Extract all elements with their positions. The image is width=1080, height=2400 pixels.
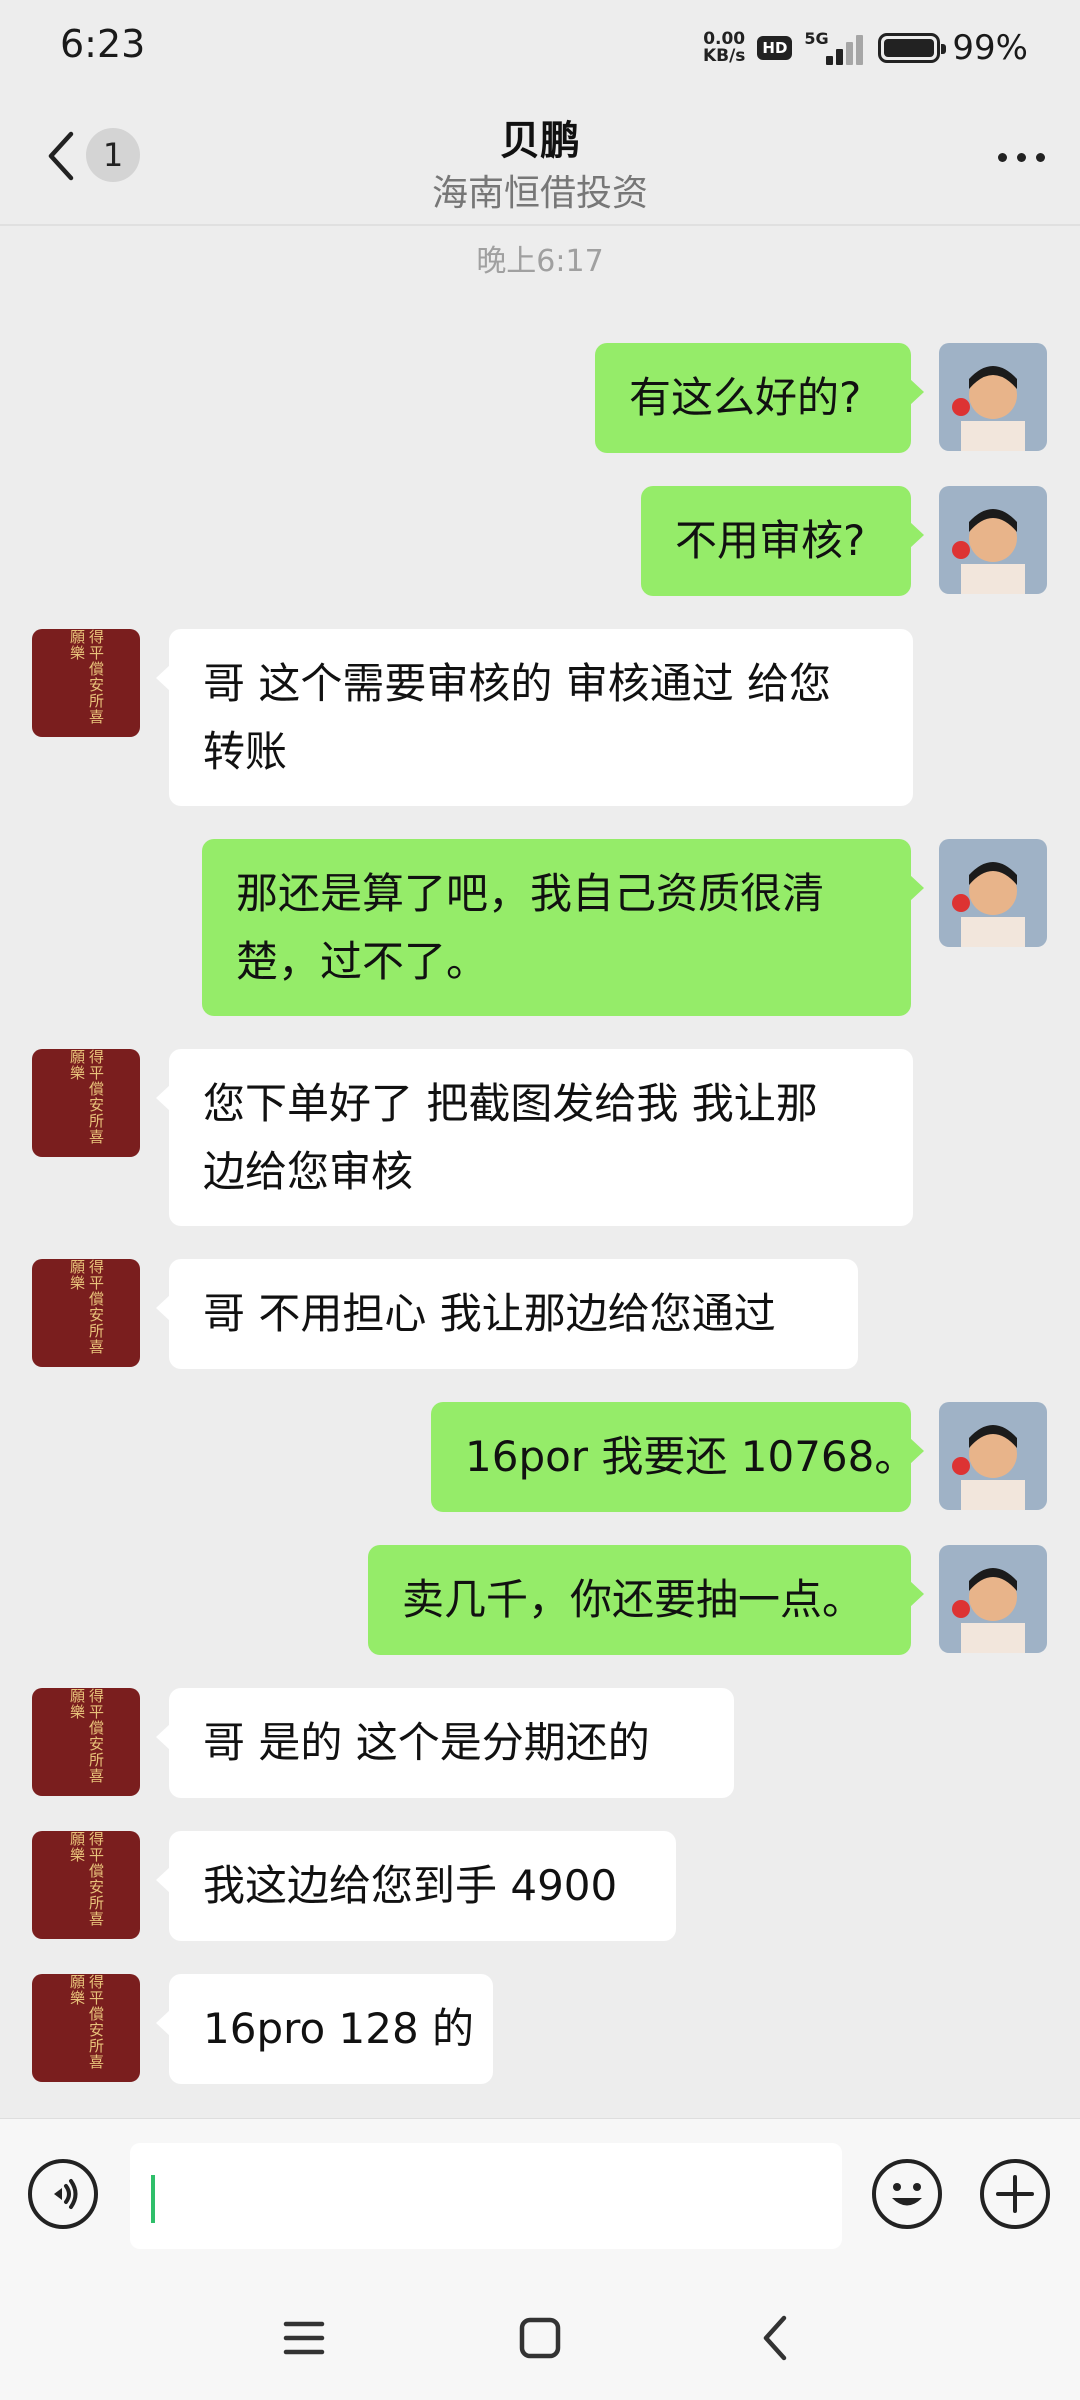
message-text: 您下单好了 把截图发给我 我让那	[203, 1079, 818, 1128]
avatar-face-icon	[952, 509, 1025, 594]
chat-subtitle: 海南恒借投资	[431, 173, 648, 214]
more-options-button[interactable]	[986, 132, 1056, 182]
message-bubble-incoming[interactable]: 哥 是的 这个是分期还的	[156, 1688, 734, 1798]
avatar-seal-text: 得平償安所喜願樂	[68, 1049, 105, 1145]
more-dots-icon	[997, 152, 1007, 162]
message-bubble-incoming[interactable]: 哥 不用担心 我让那边给您通过	[156, 1259, 858, 1369]
voice-input-button[interactable]	[28, 2159, 98, 2229]
message-text: 边给您审核	[203, 1147, 414, 1196]
message-text: 不用审核?	[675, 516, 866, 565]
system-navigation-bar	[0, 2278, 1080, 2400]
voice-icon	[54, 2179, 78, 2209]
avatar-seal-text: 得平償安所喜願樂	[68, 629, 105, 725]
message-text: 楚，过不了。	[236, 937, 489, 986]
avatar-seal-text: 得平償安所喜願樂	[68, 1974, 105, 2070]
contact-avatar[interactable]: 得平償安所喜願樂	[32, 1831, 140, 1939]
avatar-seal-text: 得平償安所喜願樂	[68, 1831, 105, 1927]
text-cursor	[151, 2175, 155, 2223]
avatar-seal-text: 得平償安所喜願樂	[68, 1688, 105, 1784]
network-type-label: 5G	[804, 29, 829, 48]
plus-icon	[996, 2175, 1034, 2213]
contact-avatar[interactable]: 得平償安所喜願樂	[32, 1688, 140, 1796]
message-bubble-outgoing[interactable]: 有这么好的?	[595, 343, 924, 453]
message-text: 转账	[203, 727, 288, 776]
battery-icon	[878, 33, 947, 63]
message-text: 有这么好的?	[629, 373, 862, 422]
my-avatar[interactable]	[939, 1402, 1047, 1510]
emoji-button[interactable]	[872, 2159, 942, 2229]
contact-avatar[interactable]: 得平償安所喜願樂	[32, 1974, 140, 2082]
emoji-icon	[892, 2183, 922, 2206]
message-text: 哥 这个需要审核的 审核通过 给您	[203, 659, 832, 708]
message-bubble-incoming[interactable]: 哥 这个需要审核的 审核通过 给您 转账	[156, 629, 913, 806]
chat-title: 贝鹏	[500, 118, 580, 164]
network-speed: 0.00 KB/s	[703, 31, 745, 65]
message-text: 那还是算了吧，我自己资质很清	[236, 869, 825, 918]
message-text: 卖几千，你还要抽一点。	[402, 1575, 865, 1624]
message-bubble-incoming[interactable]: 16pro 128 的	[156, 1974, 493, 2084]
signal-icon: 5G	[804, 29, 866, 67]
status-time: 6:23	[60, 22, 146, 66]
my-avatar[interactable]	[939, 839, 1047, 947]
battery-percentage: 99%	[952, 28, 1028, 68]
avatar-face-icon	[952, 1568, 1025, 1653]
message-bubble-incoming[interactable]: 我这边给您到手 4900	[156, 1831, 676, 1941]
avatar-face-icon	[952, 862, 1025, 947]
message-bubble-outgoing[interactable]: 卖几千，你还要抽一点。	[368, 1545, 924, 1655]
header-divider	[0, 224, 1080, 226]
message-text: 16pro 128 的	[203, 2004, 475, 2053]
avatar-seal-text: 得平償安所喜願樂	[68, 1259, 105, 1355]
message-bubble-outgoing[interactable]: 那还是算了吧，我自己资质很清 楚，过不了。	[202, 839, 924, 1016]
message-input[interactable]	[130, 2143, 842, 2249]
network-speed-unit: KB/s	[702, 46, 746, 66]
contact-avatar[interactable]: 得平償安所喜願樂	[32, 1049, 140, 1157]
message-timestamp: 晚上6:17	[476, 244, 604, 279]
message-text: 哥 是的 这个是分期还的	[203, 1718, 650, 1767]
recent-apps-button[interactable]	[274, 2308, 334, 2368]
system-back-button[interactable]	[744, 2308, 804, 2368]
my-avatar[interactable]	[939, 1545, 1047, 1653]
avatar-face-icon	[952, 1425, 1025, 1510]
my-avatar[interactable]	[939, 343, 1047, 451]
nav-back-icon	[763, 2315, 787, 2361]
message-text: 16por 我要还 10768。	[465, 1432, 917, 1481]
menu-icon	[283, 2321, 325, 2355]
message-bubble-outgoing[interactable]: 不用审核?	[641, 486, 924, 596]
hd-icon: HD	[757, 36, 793, 60]
status-bar: 6:23 0.00 KB/s HD 5G 99%	[0, 0, 1080, 96]
contact-avatar[interactable]: 得平償安所喜願樂	[32, 629, 140, 737]
contact-avatar[interactable]: 得平償安所喜願樂	[32, 1259, 140, 1367]
home-square-icon	[519, 2317, 561, 2359]
status-icons: 0.00 KB/s HD 5G 99%	[703, 26, 1028, 70]
message-text: 哥 不用担心 我让那边给您通过	[203, 1289, 776, 1338]
my-avatar[interactable]	[939, 486, 1047, 594]
more-actions-button[interactable]	[980, 2159, 1050, 2229]
avatar-face-icon	[952, 366, 1025, 451]
message-bubble-incoming[interactable]: 您下单好了 把截图发给我 我让那 边给您审核	[156, 1049, 913, 1226]
home-button[interactable]	[510, 2308, 570, 2368]
chat-input-bar	[0, 2118, 1080, 2279]
message-bubble-outgoing[interactable]: 16por 我要还 10768。	[431, 1402, 924, 1512]
message-text: 我这边给您到手 4900	[203, 1861, 618, 1910]
chat-header: 1 贝鹏 海南恒借投资	[0, 96, 1080, 224]
